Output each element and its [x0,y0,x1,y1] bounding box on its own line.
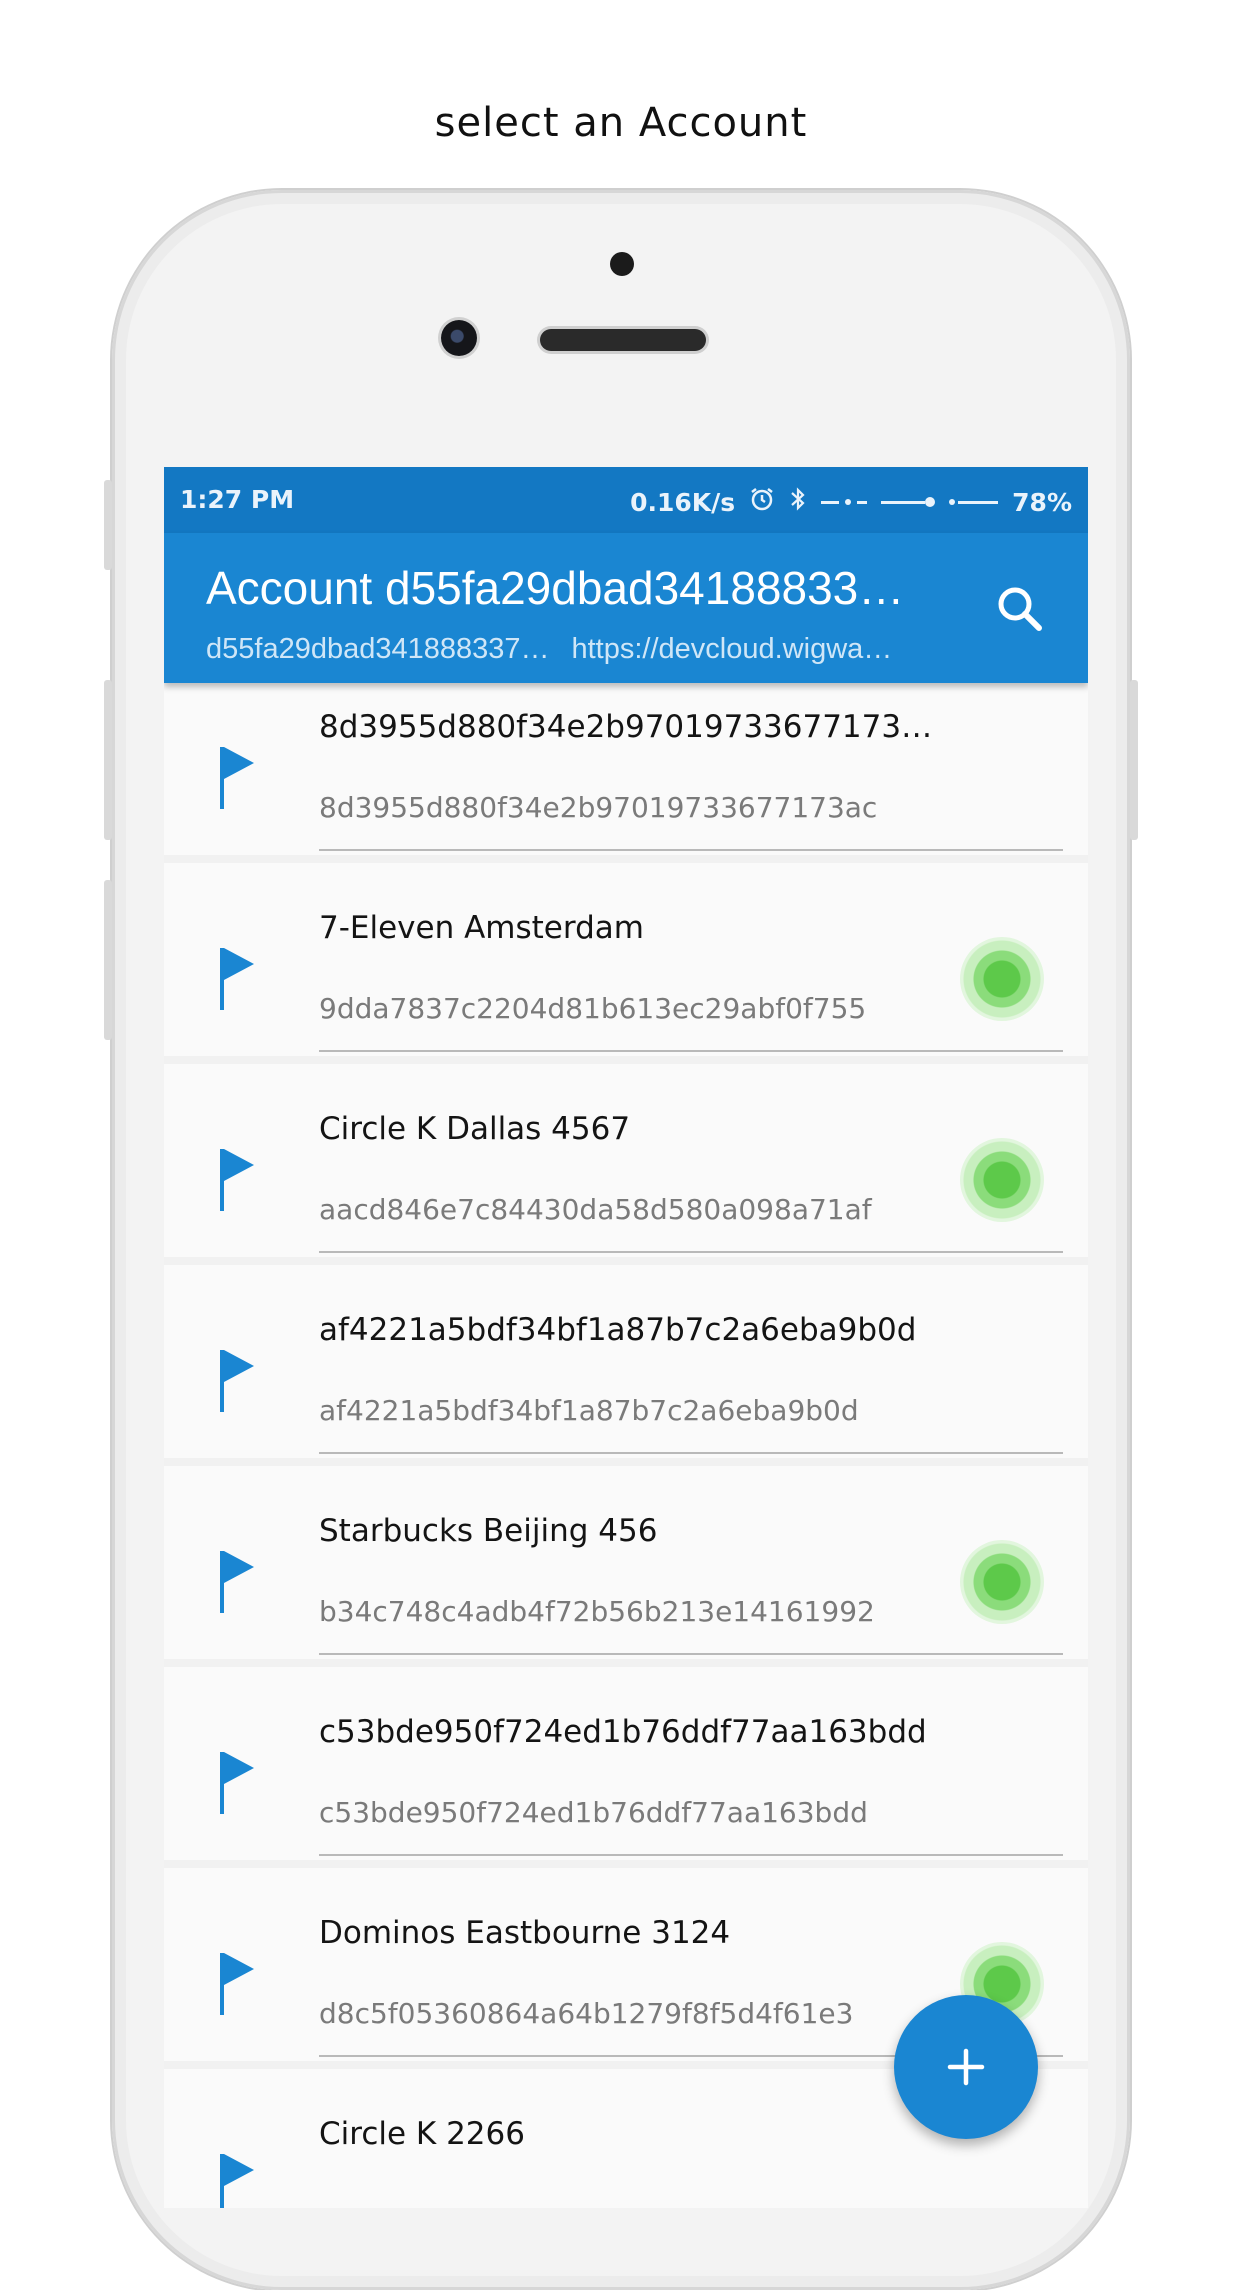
front-camera [441,320,477,356]
list-item[interactable]: Circle K Dallas 4567 aacd846e7c84430da58d… [164,1085,1088,1286]
account-name: Circle K Dallas 4567 [319,1111,631,1147]
account-name: Starbucks Beijing 456 [319,1513,658,1549]
account-id: 9dda7837c2204d81b613ec29abf0f755 [319,992,867,1025]
flag-icon [218,1746,260,1816]
network-speed: 0.16K/s [630,487,736,517]
item-separator [164,855,1088,863]
account-name: 7-Eleven Amsterdam [319,910,644,946]
account-name: 8d3955d880f34e2b97019733677173… [319,709,933,745]
item-divider [319,1452,1063,1454]
wifi-icon [881,497,936,507]
list-item[interactable]: 8d3955d880f34e2b97019733677173… 8d3955d88… [164,683,1088,884]
account-name: Circle K 2266 [319,2116,525,2152]
item-divider [319,849,1063,851]
account-name: Dominos Eastbourne 3124 [319,1915,731,1951]
proximity-sensor [610,252,634,276]
account-id: b34c748c4adb4f72b56b213e14161992 [319,1595,875,1628]
account-url-subtitle: https://devcloud.wigwa… [571,633,893,665]
plus-icon [947,2048,985,2086]
flag-icon [218,1344,260,1414]
volume-down-button [104,880,112,1040]
online-status-indicator [960,1138,1044,1222]
list-item[interactable]: af4221a5bdf34bf1a87b7c2a6eba9b0d af4221a5… [164,1286,1088,1487]
mute-switch [104,480,112,570]
app-bar-subtitle: d55fa29dbad341888337… https://devcloud.wi… [206,633,892,666]
status-icons: 0.16K/s 78% [630,485,1072,519]
alarm-icon [749,486,775,518]
search-icon[interactable] [992,581,1048,637]
phone-screen: 1:27 PM 0.16K/s 78% Account d55fa29dbad3… [164,467,1088,2208]
app-bar-title: Account d55fa29dbad34188833… [206,562,905,614]
account-id: d8c5f05360864a64b1279f8f5d4f61e3 [319,1997,854,2030]
earpiece-speaker [540,329,706,351]
battery-level: 78% [1012,487,1072,517]
account-id-subtitle: d55fa29dbad341888337… [206,633,550,665]
account-name: c53bde950f724ed1b76ddf77aa163bdd [319,1714,927,1750]
account-id: aacd846e7c84430da58d580a098a71af [319,1193,872,1226]
account-id: 8d3955d880f34e2b97019733677173ac [319,791,878,824]
item-divider [319,1854,1063,1856]
flag-icon [218,1143,260,1213]
account-id: c53bde950f724ed1b76ddf77aa163bdd [319,1796,868,1829]
flag-icon [218,1947,260,2017]
flag-icon [218,1545,260,1615]
item-separator [164,1056,1088,1064]
item-separator [164,1257,1088,1265]
list-item[interactable]: c53bde950f724ed1b76ddf77aa163bdd c53bde95… [164,1688,1088,1889]
app-bar: Account d55fa29dbad34188833… d55fa29dbad… [164,533,1088,683]
volume-up-button [104,680,112,840]
page-caption: select an Account [434,100,808,146]
item-divider [319,1251,1063,1253]
flag-icon [218,942,260,1012]
account-list: 8d3955d880f34e2b97019733677173… 8d3955d88… [164,683,1088,2208]
status-time: 1:27 PM [180,485,295,514]
online-status-indicator [960,1540,1044,1624]
item-divider [319,1050,1063,1052]
list-item[interactable]: 7-Eleven Amsterdam 9dda7837c2204d81b613ec… [164,884,1088,1085]
battery-icon [949,499,999,505]
account-name: af4221a5bdf34bf1a87b7c2a6eba9b0d [319,1312,917,1348]
item-divider [319,1653,1063,1655]
list-item[interactable]: Starbucks Beijing 456 b34c748c4adb4f72b56… [164,1487,1088,1688]
bluetooth-icon [789,485,807,519]
add-account-button[interactable] [894,1995,1038,2139]
status-bar: 1:27 PM 0.16K/s 78% [164,467,1088,533]
signal-icon [821,499,868,505]
flag-icon [218,741,260,811]
power-button [1130,680,1138,840]
item-separator [164,1458,1088,1466]
item-separator [164,1659,1088,1667]
online-status-indicator [960,937,1044,1021]
account-id: af4221a5bdf34bf1a87b7c2a6eba9b0d [319,1394,859,1427]
item-separator [164,1860,1088,1868]
flag-icon [218,2148,260,2208]
